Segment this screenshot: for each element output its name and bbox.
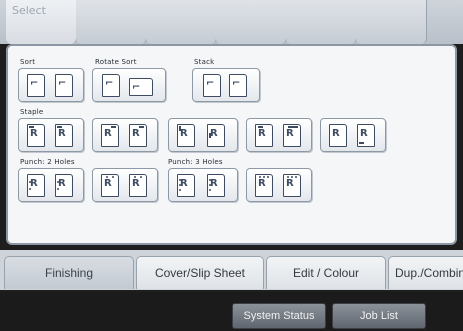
stack-button[interactable]: ⌐ ⌐	[192, 68, 260, 102]
sort-page-icon: ⌐	[55, 74, 73, 97]
finishing-panel: Sort Rotate Sort Stack ⌐ ⌐ ⌐ ⌐ ⌐ ⌐ Stapl…	[6, 44, 457, 245]
sort-button[interactable]: ⌐ ⌐	[18, 68, 84, 102]
punch-3-holes-label: Punch: 3 Holes	[168, 158, 223, 166]
tab-select[interactable]: Select	[6, 0, 77, 44]
staple-option-4[interactable]: R R	[246, 118, 312, 152]
staple-page-icon: R	[177, 124, 195, 147]
staple-page-icon: R	[255, 124, 273, 147]
punch-2-option-2[interactable]: R R	[92, 168, 158, 202]
staple-page-icon: R	[101, 124, 119, 147]
rotate-sort-page-icon: ⌐	[102, 74, 120, 97]
status-footer: System Status Job List	[0, 292, 463, 331]
punch-3-option-2[interactable]: R R	[246, 168, 312, 202]
staple-option-1[interactable]: R R	[18, 118, 84, 152]
function-tab-row: Finishing Cover/Slip Sheet Edit / Colour…	[0, 250, 463, 290]
punch-page-icon: R	[27, 174, 45, 197]
job-list-button[interactable]: Job List	[332, 303, 426, 329]
tab-top-4[interactable]	[216, 0, 287, 44]
punch-page-icon: R	[129, 174, 147, 197]
staple-option-3[interactable]: R R	[168, 118, 238, 152]
rotate-sort-label: Rotate Sort	[95, 58, 137, 66]
stack-page-icon: ⌐	[229, 74, 247, 97]
staple-page-icon: R	[207, 124, 225, 147]
tab-finishing[interactable]: Finishing	[4, 256, 134, 289]
punch-page-icon: R	[177, 174, 195, 197]
punch-page-icon: R	[55, 174, 73, 197]
tab-top-6[interactable]	[356, 0, 427, 44]
staple-page-icon: R	[283, 124, 301, 147]
staple-page-icon: R	[357, 124, 375, 147]
staple-page-icon: R	[27, 124, 45, 147]
system-status-button[interactable]: System Status	[232, 303, 326, 329]
staple-option-5[interactable]: R R	[320, 118, 386, 152]
punch-page-icon: R	[283, 174, 301, 197]
tab-top-3[interactable]	[146, 0, 217, 44]
tab-cover-slip-sheet[interactable]: Cover/Slip Sheet	[136, 256, 264, 289]
punch-page-icon: R	[101, 174, 119, 197]
top-tab-strip: Select	[0, 0, 463, 44]
staple-page-icon: R	[55, 124, 73, 147]
rotate-sort-button[interactable]: ⌐ ⌐	[92, 68, 166, 102]
staple-label: Staple	[20, 108, 44, 116]
staple-option-2[interactable]: R R	[92, 118, 158, 152]
punch-page-icon: R	[207, 174, 225, 197]
stack-label: Stack	[194, 58, 215, 66]
tab-dup-combine[interactable]: Dup./Combine	[388, 256, 463, 289]
tab-top-2[interactable]	[76, 0, 147, 44]
punch-2-option-1[interactable]: R R	[18, 168, 84, 202]
staple-page-icon: R	[129, 124, 147, 147]
punch-2-holes-label: Punch: 2 Holes	[20, 158, 75, 166]
tab-edit-colour[interactable]: Edit / Colour	[266, 256, 386, 289]
punch-page-icon: R	[255, 174, 273, 197]
punch-3-option-1[interactable]: R R	[168, 168, 238, 202]
tab-select-label: Select	[12, 4, 46, 17]
sort-label: Sort	[20, 58, 36, 66]
sort-page-icon: ⌐	[27, 74, 45, 97]
tab-top-5[interactable]	[286, 0, 357, 44]
staple-page-icon: R	[329, 124, 347, 147]
rotate-sort-page-icon: ⌐	[129, 78, 153, 96]
stack-page-icon: ⌐	[203, 74, 221, 97]
